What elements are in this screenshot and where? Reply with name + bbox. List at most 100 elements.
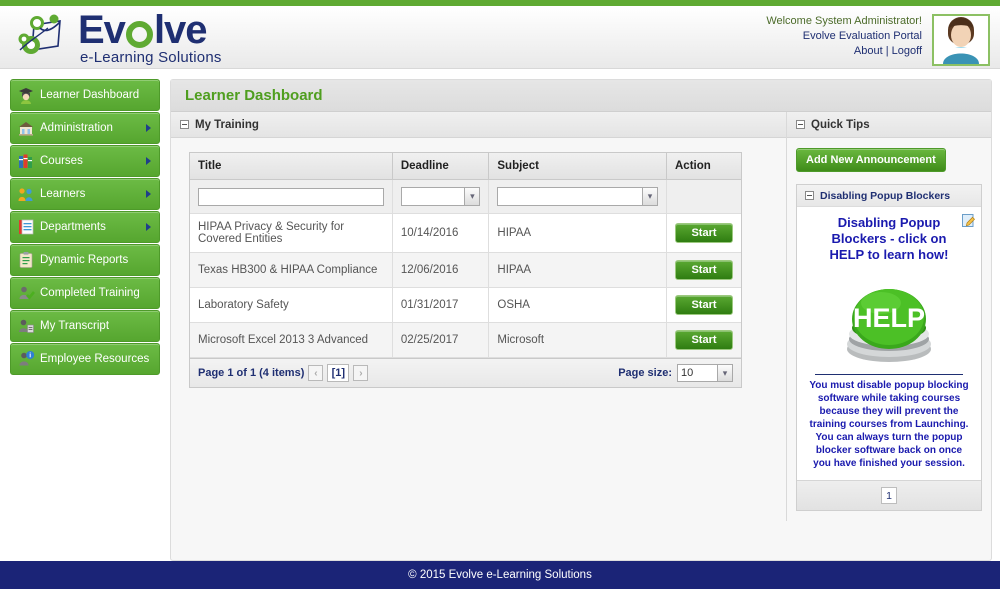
about-link[interactable]: About	[854, 45, 883, 57]
sidebar-item-label: Learner Dashboard	[40, 89, 139, 101]
column-header-deadline[interactable]: Deadline	[392, 153, 489, 180]
site-footer: © 2015 Evolve e-Learning Solutions	[0, 561, 1000, 589]
filter-cell-title	[190, 180, 392, 214]
person-info-icon	[17, 350, 35, 368]
start-button[interactable]: Start	[675, 295, 733, 315]
my-training-header[interactable]: My Training	[171, 112, 786, 138]
page-body: Learner Dashboard Administration	[0, 69, 1000, 561]
evolve-logo-mark	[14, 12, 76, 64]
sidebar-item-employee-resources[interactable]: Employee Resources	[10, 343, 160, 375]
sidebar-item-dynamic-reports[interactable]: Dynamic Reports	[10, 244, 160, 276]
clipboard-icon	[17, 251, 35, 269]
cell-deadline: 01/31/2017	[392, 288, 489, 323]
page-size-select[interactable]: 10 ▾	[677, 364, 733, 382]
sidebar-item-learner-dashboard[interactable]: Learner Dashboard	[10, 79, 160, 111]
filter-cell-deadline: ▾	[392, 180, 489, 214]
announcement-text: You must disable popup blocking software…	[803, 379, 975, 470]
cell-subject: HIPAA	[489, 253, 667, 288]
table-row[interactable]: Microsoft Excel 2013 3 Advanced 02/25/20…	[190, 323, 741, 358]
cell-subject: OSHA	[489, 288, 667, 323]
copyright-text: © 2015 Evolve e-Learning Solutions	[408, 569, 592, 581]
cell-deadline: 12/06/2016	[392, 253, 489, 288]
page-size-value: 10	[678, 367, 717, 379]
my-training-pane: My Training Title Deadline Subject Actio…	[171, 112, 786, 521]
cell-subject: Microsoft	[489, 323, 667, 358]
announcement-card: Disabling Popup Blockers Disabling Popup…	[796, 184, 982, 511]
graduate-icon	[17, 86, 35, 104]
chevron-down-icon: ▾	[464, 188, 479, 205]
sidebar-nav: Learner Dashboard Administration	[10, 79, 160, 561]
chevron-right-icon	[146, 223, 151, 231]
cell-subject: HIPAA	[489, 214, 667, 253]
svg-text:HELP: HELP	[853, 303, 925, 333]
filter-cell-subject: ▾	[489, 180, 667, 214]
sidebar-item-completed-training[interactable]: Completed Training	[10, 277, 160, 309]
chevron-down-icon: ▾	[642, 188, 657, 205]
table-header-row: Title Deadline Subject Action	[190, 153, 741, 180]
collapse-minus-icon[interactable]	[796, 120, 805, 129]
pager-next-button[interactable]: ›	[353, 365, 368, 381]
sidebar-item-my-transcript[interactable]: My Transcript	[10, 310, 160, 342]
list-icon	[17, 218, 35, 236]
filter-deadline-select[interactable]: ▾	[401, 187, 481, 206]
logoff-link[interactable]: Logoff	[892, 45, 922, 57]
sidebar-item-label: Employee Resources	[40, 353, 149, 365]
quick-tips-header[interactable]: Quick Tips	[787, 112, 991, 138]
pager-current-page[interactable]: [1]	[327, 364, 349, 382]
announcement-body: Disabling Popup Blockers - click on HELP…	[797, 207, 981, 480]
chevron-right-icon	[146, 190, 151, 198]
table-row[interactable]: Laboratory Safety 01/31/2017 OSHA Start	[190, 288, 741, 323]
sidebar-item-label: Courses	[40, 155, 83, 167]
cell-action: Start	[667, 323, 742, 358]
logo-text-part2: lve	[154, 10, 207, 50]
sidebar-item-departments[interactable]: Departments	[10, 211, 160, 243]
start-button[interactable]: Start	[675, 223, 733, 243]
announcement-page-1[interactable]: 1	[881, 487, 897, 504]
welcome-message: Welcome System Administrator!	[766, 14, 922, 29]
sidebar-item-courses[interactable]: Courses	[10, 145, 160, 177]
table-row[interactable]: HIPAA Privacy & Security for Covered Ent…	[190, 214, 741, 253]
link-separator: |	[886, 45, 889, 57]
site-header: Ev lve e-Learning Solutions Welcome Syst…	[0, 6, 1000, 69]
welcome-block: Welcome System Administrator! Evolve Eva…	[766, 14, 922, 59]
sidebar-item-label: Administration	[40, 122, 113, 134]
site-logo[interactable]: Ev lve e-Learning Solutions	[14, 10, 222, 65]
edit-note-icon[interactable]	[961, 213, 976, 228]
cell-deadline: 02/25/2017	[392, 323, 489, 358]
people-icon	[17, 185, 35, 203]
table-row[interactable]: Texas HB300 & HIPAA Compliance 12/06/201…	[190, 253, 741, 288]
logo-text-part1: Ev	[78, 10, 125, 50]
books-icon	[17, 152, 35, 170]
main-card: Learner Dashboard My Training Title De	[170, 79, 992, 561]
person-check-icon	[17, 284, 35, 302]
chevron-right-icon	[146, 157, 151, 165]
chevron-down-icon: ▾	[717, 365, 732, 381]
filter-subject-select[interactable]: ▾	[497, 187, 658, 206]
my-training-title: My Training	[195, 119, 259, 131]
sidebar-item-label: Dynamic Reports	[40, 254, 128, 266]
help-button-image[interactable]: HELP	[834, 273, 944, 368]
quick-tips-title: Quick Tips	[811, 119, 870, 131]
collapse-minus-icon[interactable]	[180, 120, 189, 129]
start-button[interactable]: Start	[675, 330, 733, 350]
announcement-header[interactable]: Disabling Popup Blockers	[797, 185, 981, 207]
page-title: Learner Dashboard	[171, 80, 991, 112]
column-header-title[interactable]: Title	[190, 153, 392, 180]
cell-action: Start	[667, 288, 742, 323]
avatar[interactable]	[932, 14, 990, 66]
collapse-minus-icon[interactable]	[805, 191, 814, 200]
column-header-subject[interactable]: Subject	[489, 153, 667, 180]
column-header-action[interactable]: Action	[667, 153, 742, 180]
cell-title: Microsoft Excel 2013 3 Advanced	[190, 323, 392, 358]
building-icon	[17, 119, 35, 137]
logo-tagline: e-Learning Solutions	[78, 49, 222, 66]
sidebar-item-administration[interactable]: Administration	[10, 112, 160, 144]
announcement-title: Disabling Popup Blockers - click on HELP…	[803, 215, 975, 263]
sidebar-item-label: Learners	[40, 188, 85, 200]
pager-prev-button[interactable]: ‹	[308, 365, 323, 381]
cell-action: Start	[667, 253, 742, 288]
sidebar-item-learners[interactable]: Learners	[10, 178, 160, 210]
start-button[interactable]: Start	[675, 260, 733, 280]
add-announcement-button[interactable]: Add New Announcement	[796, 148, 946, 172]
filter-title-input[interactable]	[198, 188, 384, 206]
